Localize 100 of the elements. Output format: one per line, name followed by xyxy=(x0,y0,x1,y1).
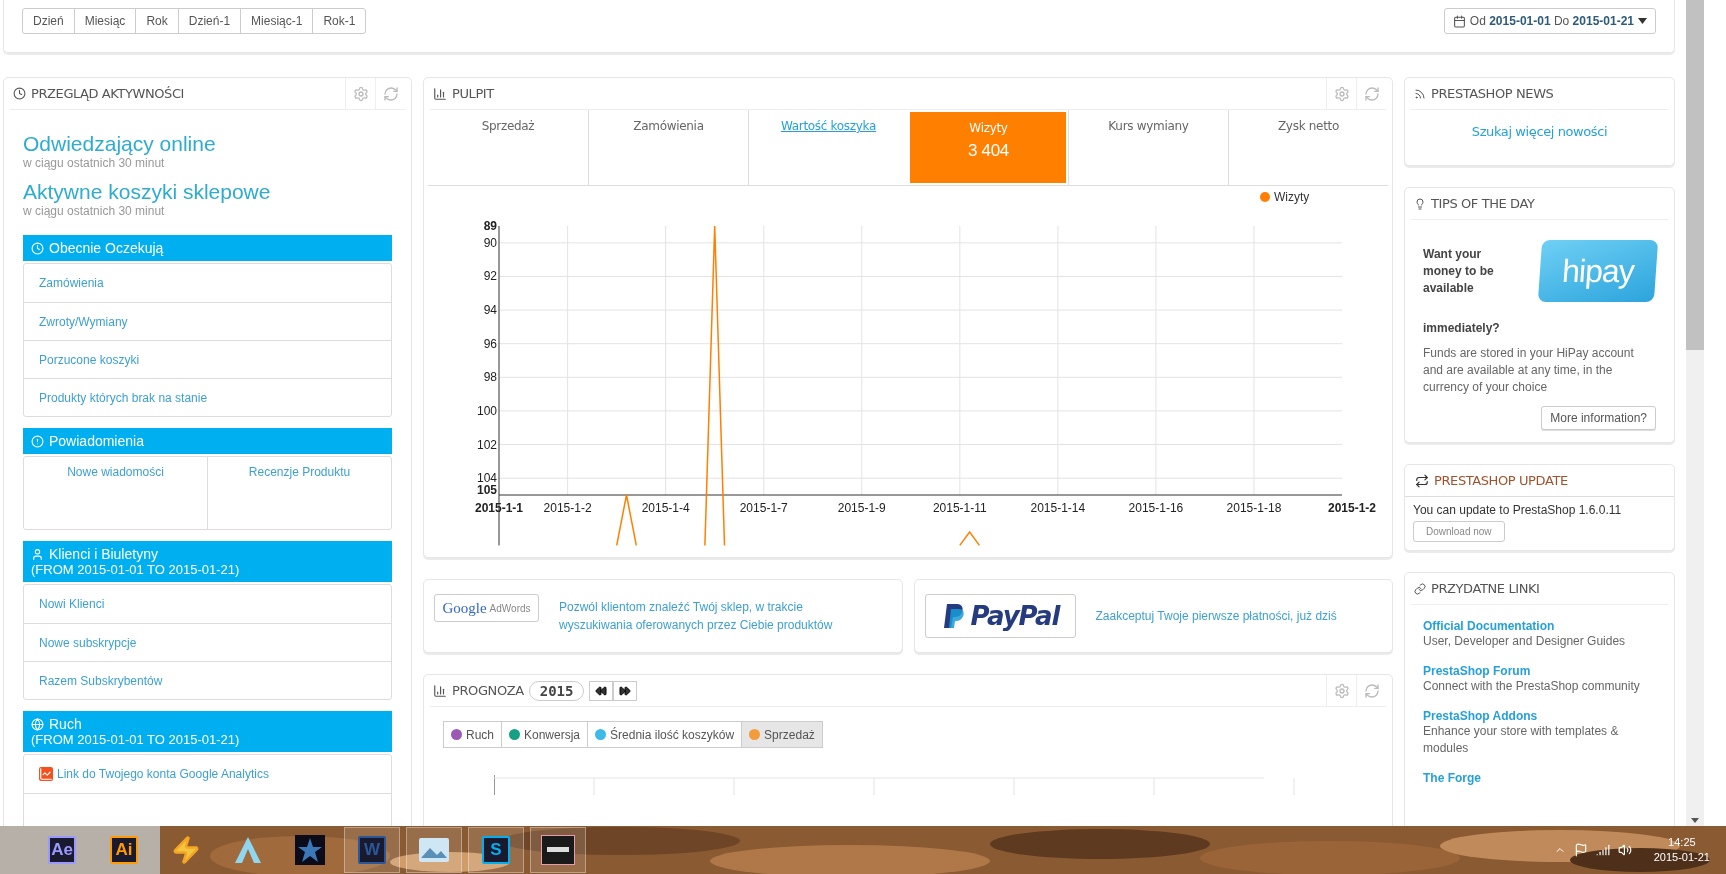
analytics-icon xyxy=(39,767,53,781)
more-info-button[interactable]: More information? xyxy=(1541,406,1656,430)
panel-title: PRZYDATNE LINKI xyxy=(1431,581,1540,596)
taskbar-app[interactable]: W xyxy=(344,827,400,873)
list-link[interactable]: Produkty których brak na stanie xyxy=(24,378,391,416)
volume-icon[interactable] xyxy=(1617,843,1632,857)
taskbar-app[interactable]: S xyxy=(468,827,524,873)
star-icon xyxy=(295,835,325,865)
logo-text: AdWords xyxy=(489,602,531,614)
link-description: User, Developer and Designer Guides xyxy=(1423,633,1627,650)
news-link[interactable]: Szukaj więcej nowości xyxy=(1405,110,1674,165)
list-link[interactable]: Porzucone koszyki xyxy=(24,340,391,378)
app-icon: Ai xyxy=(110,836,138,864)
axis-label: 2015-1-18 xyxy=(1226,501,1282,515)
section-title: Klienci i Biuletyny xyxy=(31,546,384,562)
notification-link[interactable]: Nowe wiadomości xyxy=(24,457,207,529)
scrollbar[interactable] xyxy=(1686,0,1704,826)
axis-label: 100 xyxy=(476,403,497,418)
axis-label: 2015-1-11 xyxy=(932,501,987,515)
legend-button[interactable]: Sprzedaż xyxy=(741,721,823,748)
signal-icon[interactable] xyxy=(1595,843,1610,857)
axis-label: 92 xyxy=(483,269,497,284)
caret-icon xyxy=(1638,18,1647,24)
list-link[interactable]: Razem Subskrybentów xyxy=(24,661,391,699)
stat-title: Aktywne koszyki sklepowe xyxy=(23,180,272,204)
stat-subtitle: w ciągu ostatnich 30 minut xyxy=(23,156,166,170)
section-icon xyxy=(31,717,44,731)
panel-title: PULPIT xyxy=(452,86,494,101)
section-icon xyxy=(31,241,44,255)
rewind-icon xyxy=(595,684,608,697)
next-button[interactable] xyxy=(613,680,638,701)
panel-title: PROGNOZA xyxy=(452,683,524,698)
logo-text: hipay xyxy=(1560,252,1636,290)
useful-link[interactable]: PrestaShop Forum xyxy=(1423,664,1656,678)
download-button[interactable]: Download now xyxy=(1413,521,1505,542)
logo-text: PayPal xyxy=(970,601,1060,631)
rss-icon xyxy=(1414,87,1426,100)
axis-label: 94 xyxy=(483,303,497,318)
clock-icon xyxy=(13,87,26,100)
axis-label: 2015-1-14 xyxy=(1030,501,1086,515)
logo-text: Google xyxy=(442,599,487,617)
axis-label: 2015-1-9 xyxy=(837,501,886,515)
legend-button[interactable]: Ruch xyxy=(443,721,502,748)
axis-label: 2015-1-7 xyxy=(739,501,788,515)
link-description: Enhance your store with templates & modules xyxy=(1423,723,1620,757)
repeat-icon xyxy=(1415,473,1429,488)
axis-label: 102 xyxy=(476,437,497,452)
legend-button[interactable]: Średnia ilość koszyków xyxy=(587,721,743,748)
date-range-button[interactable]: Od 2015-01-01 Do 2015-01-21 xyxy=(1443,8,1656,34)
axis-label: 2015-1-16 xyxy=(1128,501,1184,515)
list-link[interactable]: Nowi Klienci xyxy=(24,585,391,623)
period-button[interactable]: Dzień xyxy=(22,8,75,34)
taskbar-app[interactable]: Ai xyxy=(96,827,152,873)
refresh-icon xyxy=(1363,85,1380,102)
section-icon xyxy=(31,547,44,561)
period-button[interactable]: Dzień-1 xyxy=(177,8,242,34)
axis-label: 2015-1-1 xyxy=(475,501,523,515)
kpi-tab[interactable]: Wizyty 3 404 xyxy=(910,112,1066,183)
list-link[interactable]: Zwroty/Wymiany xyxy=(24,302,391,340)
flag-icon[interactable] xyxy=(1573,843,1588,857)
period-button[interactable]: Rok xyxy=(135,8,179,34)
period-button[interactable]: Miesiąc xyxy=(73,8,137,34)
tip-headline: Want your money to be available xyxy=(1423,245,1495,297)
tip-text: Funds are stored in your HiPay account and are available at any time, in the currency of your choice xyxy=(1423,345,1635,396)
promo-link[interactable]: Pozwól klientom znaleźć Twój sklep, w trakcie wyszukiwania oferowanych przez Ciebie produktów xyxy=(559,598,859,634)
clock[interactable]: 14:25 2015-01-21 xyxy=(1653,835,1710,865)
analytics-link[interactable]: Link do Twojego konta Google Analytics xyxy=(24,755,391,793)
useful-link[interactable]: The Forge xyxy=(1423,771,1656,785)
useful-link[interactable]: PrestaShop Addons xyxy=(1423,709,1656,723)
section-title: Powiadomienia xyxy=(31,433,384,449)
gear-icon xyxy=(1333,85,1350,102)
link-icon xyxy=(1414,582,1426,595)
calendar-icon xyxy=(1452,14,1466,28)
axis-label: 96 xyxy=(483,336,497,351)
axis-label: 104 xyxy=(476,471,497,486)
chart-icon xyxy=(433,683,447,698)
list-link[interactable]: Nowe subskrypcje xyxy=(24,623,391,661)
gear-icon xyxy=(1333,682,1350,699)
legend-button[interactable]: Konwersja xyxy=(501,721,589,748)
useful-link[interactable]: Official Documentation xyxy=(1423,619,1656,633)
panel-title: PRZEGLĄD AKTYWNOŚCI xyxy=(31,86,184,101)
notification-link[interactable]: Recenzje Produktu xyxy=(207,457,391,529)
refresh-icon xyxy=(382,85,399,102)
axis-label: 90 xyxy=(483,235,497,250)
chart-icon xyxy=(433,86,447,101)
panel-title: PRESTASHOP NEWS xyxy=(1431,86,1554,101)
previous-button[interactable] xyxy=(589,680,614,701)
taskbar-app[interactable] xyxy=(530,827,586,873)
promo-link[interactable]: Zaakceptuj Twoje pierwsze płatności, już dziś xyxy=(1095,607,1337,625)
list-link[interactable]: Zamówienia xyxy=(24,264,391,302)
section-title: Ruch xyxy=(31,716,384,732)
legend-label: Wizyty xyxy=(1274,190,1310,204)
axis-label: 2015-1-2 xyxy=(1328,501,1376,515)
period-button[interactable]: Miesiąc-1 xyxy=(240,8,314,34)
bolt-icon xyxy=(171,835,201,865)
axis-label: 89 xyxy=(483,219,497,233)
gear-icon xyxy=(352,85,369,102)
update-text: You can update to PrestaShop 1.6.0.11 xyxy=(1412,502,1623,519)
taskbar-app[interactable]: Ae xyxy=(34,827,90,873)
period-button[interactable]: Rok-1 xyxy=(312,8,367,34)
